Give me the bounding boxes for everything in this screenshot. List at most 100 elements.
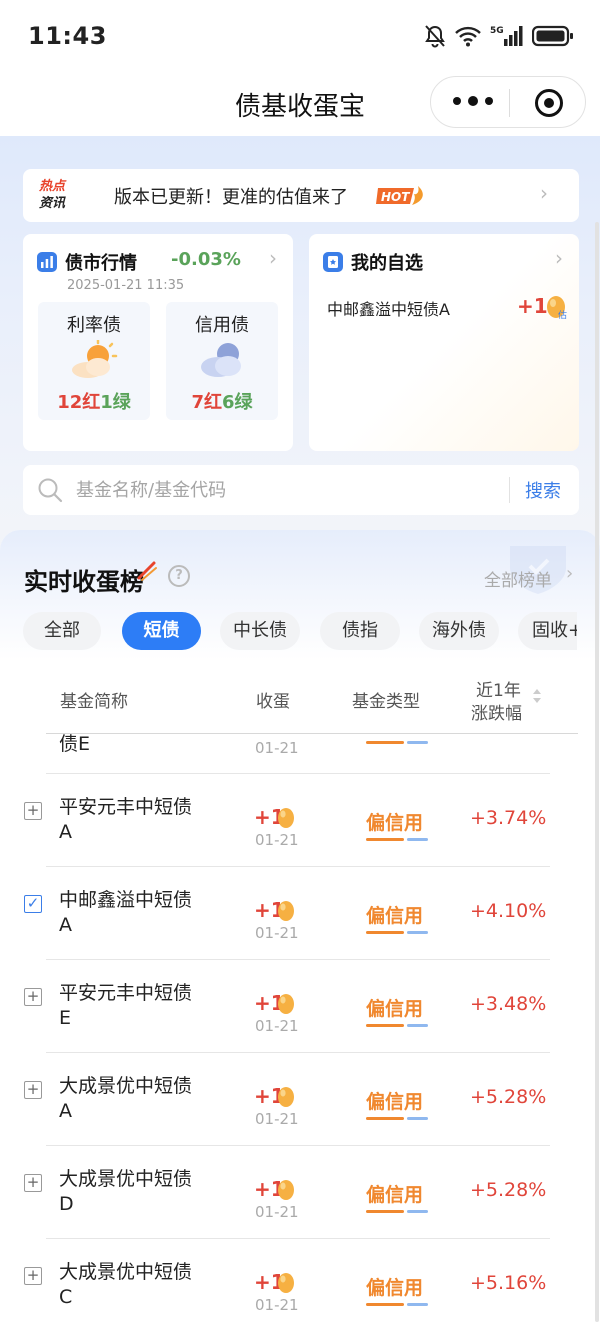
rate-bond-green: 1绿 <box>100 392 131 413</box>
credit-bond-green: 6绿 <box>222 392 253 413</box>
year-change: +3.74% <box>470 807 547 829</box>
fund-name: 大成景优中短债A <box>59 1075 193 1122</box>
ranking-flame-icon <box>137 561 157 581</box>
tab-mid-long-bond[interactable]: 中长债 <box>220 612 300 650</box>
news-banner[interactable]: 热点 资讯 版本已更新！更准的估值来了 HOT › <box>23 169 579 222</box>
market-change: -0.03% <box>171 249 241 270</box>
egg-date: 01-21 <box>255 831 299 849</box>
sort-icon[interactable] <box>532 688 542 704</box>
table-row[interactable]: ✓ 中邮鑫溢中短债A +1 01-21 偏信用 +4.10% <box>0 867 600 960</box>
search-button[interactable]: 搜索 <box>525 477 561 503</box>
hot-label: HOT <box>381 190 410 204</box>
signal-5g-icon: 5G <box>490 26 523 46</box>
fund-type: 偏信用 <box>366 812 424 834</box>
tab-short-bond[interactable]: 短债 <box>122 612 201 650</box>
tab-fixed-income-plus[interactable]: 固收+ <box>518 612 577 650</box>
cloudy-icon <box>201 343 241 377</box>
egg-date: 01-21 <box>255 1203 299 1221</box>
market-chevron-right-icon: › <box>269 246 277 270</box>
help-icon[interactable]: ? <box>168 565 190 587</box>
sunny-icon <box>72 340 118 378</box>
watchlist-icon <box>323 252 343 272</box>
fund-type: 偏信用 <box>366 1091 424 1113</box>
fund-list: 债E 01-21 + 平安元丰中短债A +1 01-21 偏信用 +3.74% … <box>0 734 600 1326</box>
type-bar <box>366 741 428 744</box>
table-row[interactable]: + 平安元丰中短债A +1 01-21 偏信用 +3.74% <box>0 774 600 867</box>
type-bar <box>366 838 428 841</box>
table-row[interactable]: + 大成景优中短债D +1 01-21 偏信用 +5.28% <box>0 1146 600 1239</box>
year-change: +5.28% <box>470 1179 547 1201</box>
table-row[interactable]: + 平安元丰中短债E +1 01-21 偏信用 +3.48% <box>0 960 600 1053</box>
search-divider <box>509 477 510 503</box>
hot-flame-icon: HOT <box>376 186 423 205</box>
credit-bond-label: 信用债 <box>195 315 249 336</box>
table-header: 基金简称 收蛋 基金类型 近1年 涨跌幅 <box>0 670 600 734</box>
market-card[interactable]: 债市行情 -0.03% › 2025-01-21 11:35 利率债 12红1绿… <box>23 234 293 451</box>
bar-chart-icon <box>37 252 57 272</box>
credit-bond-card[interactable]: 信用债 7红6绿 <box>166 302 278 420</box>
col-egg: 收蛋 <box>256 692 290 712</box>
fund-name: 平安元丰中短债A <box>59 796 193 843</box>
add-checkbox[interactable]: + <box>24 802 42 820</box>
added-checkbox[interactable]: ✓ <box>24 895 42 913</box>
market-date: 2025-01-21 11:35 <box>67 278 185 293</box>
egg-icon <box>278 901 294 921</box>
add-checkbox[interactable]: + <box>24 1267 42 1285</box>
type-bar <box>366 1024 428 1027</box>
fund-name: 中邮鑫溢中短债A <box>59 889 193 936</box>
all-rankings-chevron-icon[interactable]: › <box>566 563 573 584</box>
capsule-divider <box>509 89 510 117</box>
news-text: 版本已更新！更准的估值来了 <box>114 187 348 208</box>
news-chevron-right-icon: › <box>540 181 548 205</box>
all-rankings-link[interactable]: 全部榜单 <box>484 566 552 591</box>
market-title: 债市行情 <box>65 253 137 274</box>
hot-news-badge: 热点 资讯 <box>39 178 65 212</box>
year-change: +5.16% <box>470 1272 547 1294</box>
nav-bar: 债基收蛋宝 <box>0 76 600 136</box>
network-label: 5G <box>490 26 504 36</box>
egg-icon <box>278 808 294 828</box>
fund-name: 债E <box>59 734 91 755</box>
fund-name: 平安元丰中短债E <box>59 982 193 1029</box>
fund-name: 大成景优中短债C <box>59 1261 193 1308</box>
col-change-line1[interactable]: 近1年 <box>476 676 521 701</box>
fund-type: 偏信用 <box>366 998 424 1020</box>
close-target-icon[interactable] <box>535 89 563 117</box>
egg-estimate-badge: 估 <box>558 309 567 320</box>
credit-bond-red: 7红 <box>191 392 222 413</box>
add-checkbox[interactable]: + <box>24 1174 42 1192</box>
tab-all[interactable]: 全部 <box>23 612 101 650</box>
table-row[interactable]: + 大成景优中短债A +1 01-21 偏信用 +5.28% <box>0 1053 600 1146</box>
type-bar <box>366 1303 428 1306</box>
add-checkbox[interactable]: + <box>24 988 42 1006</box>
status-icons: 5G <box>424 24 574 48</box>
egg-date: 01-21 <box>255 1296 299 1314</box>
type-bar <box>366 931 428 934</box>
egg-icon <box>278 1180 294 1200</box>
watchlist-item-name[interactable]: 中邮鑫溢中短债A <box>327 296 450 320</box>
table-row[interactable]: + 大成景优中短债C +1 01-21 偏信用 +5.16% <box>0 1239 600 1326</box>
credit-bond-count: 7红6绿 <box>166 388 278 414</box>
more-icon[interactable] <box>453 96 493 106</box>
year-change: +4.10% <box>470 900 547 922</box>
page-scrollbar[interactable] <box>595 222 599 1322</box>
status-time: 11:43 <box>28 22 107 50</box>
table-row-partial[interactable]: 债E 01-21 <box>0 734 600 774</box>
search-input[interactable] <box>76 477 506 503</box>
ranking-title: 实时收蛋榜 <box>24 568 144 596</box>
search-icon <box>38 478 63 503</box>
status-bar: 11:43 5G <box>0 0 600 76</box>
col-fund-name: 基金简称 <box>60 692 128 712</box>
egg-date: 01-21 <box>255 924 299 942</box>
watchlist-card[interactable]: 我的自选 › 中邮鑫溢中短债A +1 估 <box>309 234 579 451</box>
col-change-line2[interactable]: 涨跌幅 <box>471 699 522 724</box>
egg-icon <box>278 994 294 1014</box>
add-checkbox[interactable]: + <box>24 1081 42 1099</box>
tab-overseas-bond[interactable]: 海外债 <box>419 612 499 650</box>
tab-bond-index[interactable]: 债指 <box>320 612 400 650</box>
fund-type: 偏信用 <box>366 1184 424 1206</box>
type-bar <box>366 1210 428 1213</box>
mute-bell-icon <box>425 25 445 48</box>
col-fund-type: 基金类型 <box>352 692 420 712</box>
rate-bond-card[interactable]: 利率债 12红1绿 <box>38 302 150 420</box>
